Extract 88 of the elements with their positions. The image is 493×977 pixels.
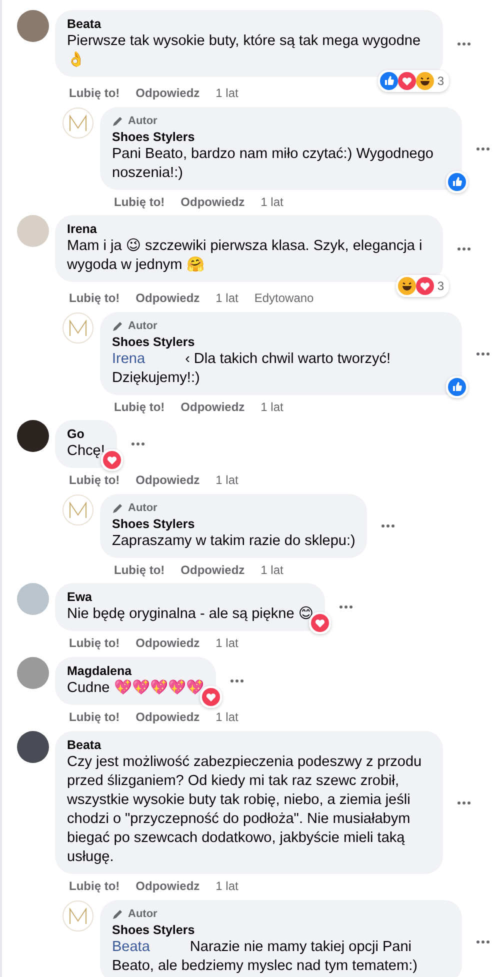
more-options-icon[interactable] bbox=[457, 42, 471, 46]
commenter-name[interactable]: Go bbox=[67, 426, 105, 442]
more-options-icon[interactable] bbox=[476, 940, 490, 944]
comment-time[interactable]: 1 lat bbox=[216, 290, 238, 306]
heart-reaction-icon bbox=[416, 277, 434, 295]
avatar[interactable] bbox=[17, 731, 49, 763]
comment-time[interactable]: 1 lat bbox=[260, 194, 284, 210]
comment-time[interactable]: 1 lat bbox=[216, 85, 238, 101]
commenter-name[interactable]: Beata bbox=[67, 737, 431, 753]
reply-link[interactable]: Odpowiedz bbox=[180, 194, 245, 210]
comment-text: Nie będę oryginalna - ale są piękne 😊 bbox=[67, 605, 314, 624]
like-link[interactable]: Lubię to! bbox=[69, 878, 120, 894]
reply-link[interactable]: Odpowiedz bbox=[136, 85, 200, 101]
like-link[interactable]: Lubię to! bbox=[69, 709, 120, 725]
like-link[interactable]: Lubię to! bbox=[114, 562, 165, 578]
heart-reaction-icon bbox=[202, 688, 220, 706]
reply-link[interactable]: Odpowiedz bbox=[180, 562, 245, 578]
pen-icon bbox=[112, 115, 124, 127]
like-reaction-icon bbox=[448, 173, 466, 191]
mention-link[interactable]: Irena bbox=[112, 351, 146, 367]
author-label: Autor bbox=[128, 907, 158, 922]
reactions-badge[interactable]: 3 bbox=[396, 275, 449, 297]
reactions-badge[interactable] bbox=[446, 171, 468, 193]
pen-icon bbox=[112, 908, 124, 920]
reply-link[interactable]: Odpowiedz bbox=[136, 635, 200, 651]
commenter-name[interactable]: Ewa bbox=[67, 589, 314, 605]
avatar[interactable] bbox=[17, 420, 49, 452]
brand-logo-avatar bbox=[62, 107, 94, 139]
more-options-icon[interactable] bbox=[381, 524, 396, 528]
comment-text: Zapraszamy w takim razie do sklepu:) bbox=[112, 532, 356, 551]
comment-text: Mam i ja 😉 szczewiki pierwsza klasa. Szyk, elegancja i wygoda w jednym 🤗 bbox=[67, 237, 424, 275]
comment-text: Czy jest możliwość zabezpieczenia podeszwy z przodu przed ślizganiem? Od kiedy mi tak raz szewc zrobił, wszystkie wysokie buty tak robię, niebo, a ziemia jeśli chodzi o "przyczepność do podłoża". Nie musiałabym biegać po szewcach dodatkowo, jakbyście mieli taką usługę. bbox=[67, 753, 423, 867]
heart-reaction-icon bbox=[311, 614, 330, 632]
commenter-name[interactable]: Magdalena bbox=[67, 663, 204, 679]
reactions-badge[interactable] bbox=[446, 376, 468, 398]
comment-time[interactable]: 1 lat bbox=[216, 709, 238, 725]
edited-label: Edytowano bbox=[254, 290, 314, 306]
reply-link[interactable]: Odpowiedz bbox=[136, 290, 200, 306]
more-options-icon[interactable] bbox=[130, 442, 145, 446]
author-label: Autor bbox=[128, 319, 158, 334]
brand-logo-avatar bbox=[62, 312, 94, 344]
comment-text: Chcę! bbox=[67, 442, 105, 461]
commenter-name[interactable]: Irena bbox=[67, 221, 431, 237]
like-link[interactable]: Lubię to! bbox=[69, 85, 120, 101]
more-options-icon[interactable] bbox=[457, 800, 471, 804]
comment-text: Beata Narazie nie mamy takiej opcji Pani Beato, ale bedziemy myslec nad tym tematem:) bbox=[112, 938, 418, 976]
comment-time[interactable]: 1 lat bbox=[216, 472, 238, 488]
like-reaction-icon bbox=[448, 378, 466, 396]
mention-link[interactable]: Beata bbox=[112, 939, 150, 955]
comment-time[interactable]: 1 lat bbox=[216, 878, 238, 894]
more-options-icon[interactable] bbox=[476, 146, 490, 150]
commenter-name[interactable]: Shoes Stylers bbox=[112, 334, 450, 350]
like-reaction-icon bbox=[380, 72, 398, 90]
commenter-name[interactable]: Shoes Stylers bbox=[112, 516, 356, 532]
like-link[interactable]: Lubię to! bbox=[69, 472, 120, 488]
more-options-icon[interactable] bbox=[339, 605, 354, 609]
comment-text: Irena ‹ Dla takich chwil warto tworzyć! Dziękujemy!:) bbox=[112, 350, 392, 388]
author-label: Autor bbox=[128, 114, 158, 129]
reply-link[interactable]: Odpowiedz bbox=[180, 399, 245, 415]
like-link[interactable]: Lubię to! bbox=[69, 635, 120, 651]
pen-icon bbox=[112, 320, 124, 332]
comment-text: Cudne 💖💖💖💖💖 bbox=[67, 679, 204, 698]
commenter-name[interactable]: Shoes Stylers bbox=[112, 922, 450, 938]
comment-text: Pani Beato, bardzo nam miło czytać:) Wygodnego noszenia!:) bbox=[112, 145, 434, 183]
comment-time[interactable]: 1 lat bbox=[216, 635, 238, 651]
author-label: Autor bbox=[128, 501, 158, 516]
reply-link[interactable]: Odpowiedz bbox=[136, 878, 200, 894]
more-options-icon[interactable] bbox=[476, 352, 490, 356]
laughing-reaction-icon bbox=[416, 72, 434, 90]
pen-icon bbox=[112, 502, 124, 514]
comment-time[interactable]: 1 lat bbox=[260, 562, 284, 578]
brand-logo-avatar bbox=[62, 494, 94, 526]
heart-reaction-icon bbox=[102, 451, 121, 469]
like-link[interactable]: Lubię to! bbox=[114, 399, 165, 415]
heart-reaction-icon bbox=[398, 72, 416, 90]
reactions-badge[interactable]: 3 bbox=[378, 70, 449, 92]
reply-link[interactable]: Odpowiedz bbox=[136, 709, 200, 725]
like-link[interactable]: Lubię to! bbox=[69, 290, 120, 306]
brand-logo-avatar bbox=[62, 900, 94, 932]
commenter-name[interactable]: Shoes Stylers bbox=[112, 129, 450, 145]
commenter-name[interactable]: Beata bbox=[67, 16, 431, 32]
more-options-icon[interactable] bbox=[230, 679, 244, 683]
comment-time[interactable]: 1 lat bbox=[260, 399, 284, 415]
laughing-reaction-icon bbox=[398, 277, 416, 295]
comment-text: Pierwsze tak wysokie buty, które są tak mega wygodne 👌 bbox=[67, 32, 422, 70]
like-link[interactable]: Lubię to! bbox=[114, 194, 165, 210]
more-options-icon[interactable] bbox=[457, 246, 471, 250]
reply-link[interactable]: Odpowiedz bbox=[136, 472, 200, 488]
